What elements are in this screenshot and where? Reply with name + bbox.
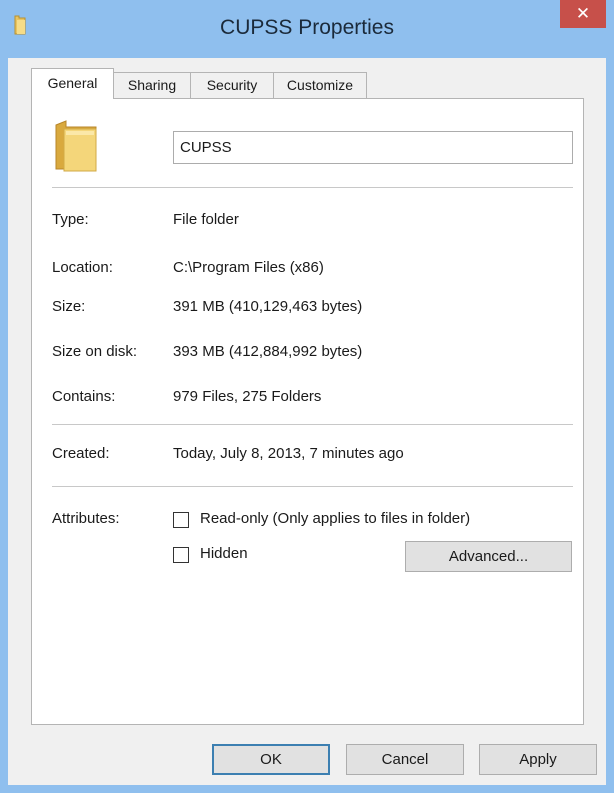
ok-button[interactable]: OK [212,744,330,775]
size-on-disk-value: 393 MB (412,884,992 bytes) [173,343,363,360]
size-label: Size: [52,298,86,315]
contains-label: Contains: [52,388,116,405]
readonly-checkbox[interactable] [173,512,189,528]
type-value: File folder [173,211,239,228]
type-label: Type: [52,211,89,228]
close-button[interactable]: ✕ [560,0,606,28]
attributes-label: Attributes: [52,510,120,527]
location-label: Location: [52,259,113,276]
tab-security[interactable]: Security [190,72,274,98]
tab-sharing[interactable]: Sharing [113,72,191,98]
created-value: Today, July 8, 2013, 7 minutes ago [173,445,404,462]
close-icon[interactable]: ✕ [576,4,590,23]
cancel-button[interactable]: Cancel [346,744,464,775]
general-panel: Type: File folder Location: C:\Program F… [31,98,584,725]
apply-button[interactable]: Apply [479,744,597,775]
properties-window: CUPSS Properties ✕ General Sharing Secur… [0,0,614,793]
separator [52,486,573,487]
location-value: C:\Program Files (x86) [173,259,324,276]
window-title: CUPSS Properties [220,16,394,39]
folder-name-input[interactable] [173,131,573,164]
contains-value: 979 Files, 275 Folders [173,388,322,405]
size-on-disk-label: Size on disk: [52,343,138,360]
hidden-checkbox[interactable] [173,547,189,563]
separator [52,424,573,425]
created-label: Created: [52,445,110,462]
hidden-label[interactable]: Hidden [200,545,248,562]
advanced-button[interactable]: Advanced... [405,541,572,572]
tab-general[interactable]: General [31,68,114,99]
tab-customize[interactable]: Customize [273,72,367,98]
separator [52,187,573,188]
size-value: 391 MB (410,129,463 bytes) [173,298,363,315]
title-bar[interactable]: CUPSS Properties ✕ [0,0,614,58]
folder-large-icon [52,119,102,177]
readonly-label[interactable]: Read-only (Only applies to files in fold… [200,510,470,527]
dialog-body: General Sharing Security Customize Type:… [8,58,606,785]
